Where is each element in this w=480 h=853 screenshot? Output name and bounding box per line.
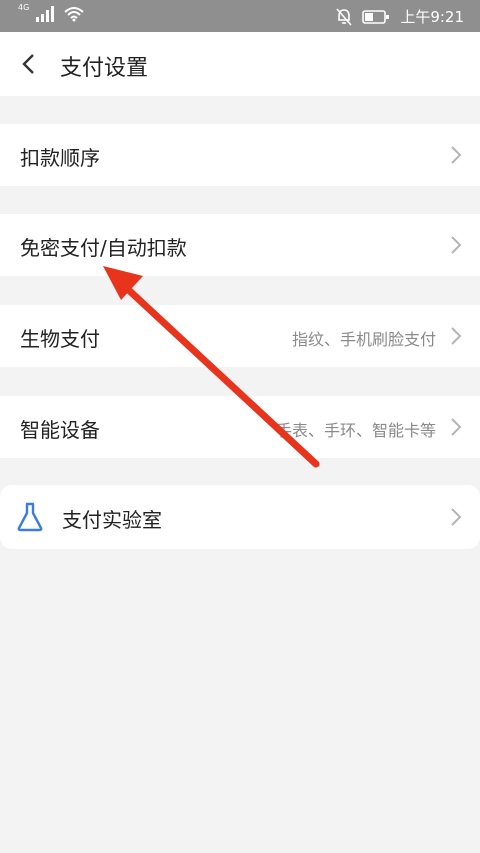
settings-item-subtitle: 手表、手环、智能卡等 [275,421,436,440]
status-right: 上午9:21 [336,6,464,27]
flask-icon [17,502,43,532]
chevron-right-icon [451,418,462,436]
network-type: 4G [18,3,30,12]
settings-item-deduction-order[interactable]: 扣款顺序 [0,124,480,186]
wifi-icon [64,7,84,22]
payment-lab-label: 支付实验室 [62,508,162,532]
settings-item-label: 扣款顺序 [20,146,100,170]
settings-item-subtitle: 指纹、手机刷脸支付 [291,330,436,349]
status-bar: 4G 上午9:21 [0,0,480,32]
signal-icon [36,6,55,22]
settings-item-biometric-payment[interactable]: 生物支付 指纹、手机刷脸支付 [0,305,480,367]
settings-item-smart-devices[interactable]: 智能设备 手表、手环、智能卡等 [0,396,480,458]
settings-item-password-free-payment[interactable]: 免密支付/自动扣款 [0,214,480,276]
battery-icon [362,9,390,24]
bell-off-icon [336,7,352,26]
settings-item-label: 生物支付 [20,327,100,351]
status-left: 4G [18,3,85,22]
settings-item-label: 免密支付/自动扣款 [20,236,187,260]
settings-item-label: 智能设备 [20,418,100,442]
back-arrow-icon[interactable] [18,52,42,76]
status-time: 上午9:21 [400,8,464,26]
chevron-right-icon [451,327,462,345]
app-bar: 支付设置 [0,32,480,96]
chevron-right-icon [451,146,462,164]
payment-lab-item[interactable]: 支付实验室 [0,485,480,549]
chevron-right-icon [451,508,462,526]
page-title: 支付设置 [60,56,149,81]
chevron-right-icon [451,236,462,254]
